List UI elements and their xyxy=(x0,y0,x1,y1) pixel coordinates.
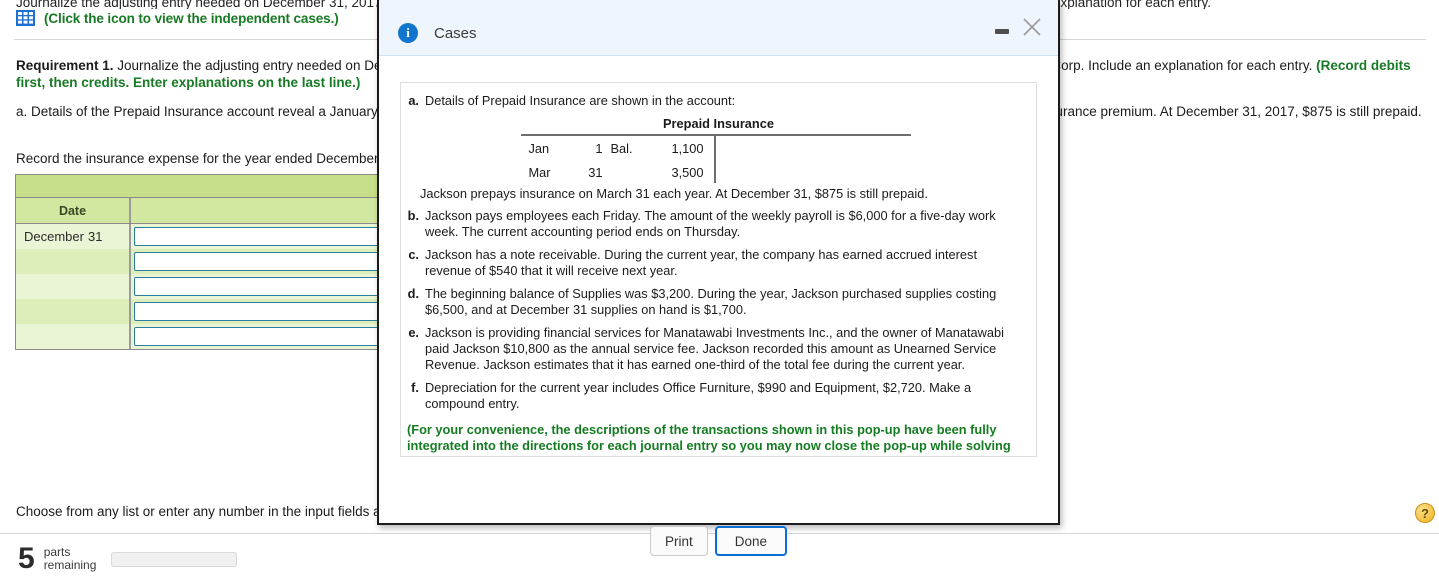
modal-footer: Print Done xyxy=(379,526,1058,556)
t-row-amount: 1,100 xyxy=(671,140,704,156)
t-row-amount: 3,500 xyxy=(671,164,704,180)
date-cell xyxy=(16,274,131,299)
spreadsheet-grid-icon[interactable] xyxy=(16,10,35,26)
case-icon-link-label[interactable]: (Click the icon to view the independent … xyxy=(44,11,339,26)
date-cell xyxy=(16,299,131,324)
close-button[interactable] xyxy=(1018,13,1046,41)
close-icon xyxy=(1023,18,1041,36)
t-account-row: Jan 1 Bal. 1,100 xyxy=(521,136,911,160)
item-letter: e. xyxy=(408,325,419,340)
list-item: a. Details of Prepaid Insurance are show… xyxy=(407,93,1024,109)
item-text: Depreciation for the current year includ… xyxy=(425,380,972,411)
date-day: 31 xyxy=(88,229,103,244)
t-account-row: Mar 31 3,500 xyxy=(521,160,911,184)
print-button[interactable]: Print xyxy=(649,526,708,556)
parts-remaining-count: 5 xyxy=(18,542,35,575)
case-icon-link[interactable]: (Click the icon to view the independent … xyxy=(16,10,339,26)
t-account-vertical-rule xyxy=(713,136,716,183)
item-text: Details of Prepaid Insurance are shown i… xyxy=(425,93,736,108)
date-cell xyxy=(16,249,131,274)
list-item: c. Jackson has a note receivable. During… xyxy=(407,247,1024,279)
progress-bar xyxy=(111,551,238,567)
date-cell: December 31 xyxy=(16,224,131,249)
help-icon[interactable]: ? xyxy=(1415,503,1435,523)
item-letter: f. xyxy=(411,380,419,395)
item-letter: c. xyxy=(408,247,419,262)
modal-title: Cases xyxy=(434,25,477,42)
list-item: b. Jackson pays employees each Friday. T… xyxy=(407,208,1024,240)
t-account-title: Prepaid Insurance xyxy=(663,116,774,131)
cases-modal: i Cases a. Details of Prepaid Insurance … xyxy=(377,0,1060,556)
t-account-footnote: Jackson prepays insurance on March 31 ea… xyxy=(420,186,928,201)
item-letter: d. xyxy=(407,286,419,301)
list-item: f. Depreciation for the current year inc… xyxy=(407,380,1024,412)
item-text: Jackson is providing financial services … xyxy=(425,325,1004,372)
item-text: Jackson pays employees each Friday. The … xyxy=(425,208,996,239)
list-item: d. The beginning balance of Supplies was… xyxy=(407,286,1024,318)
t-row-month: Mar xyxy=(528,164,551,180)
date-cell xyxy=(16,324,131,349)
cases-content-box: a. Details of Prepaid Insurance are show… xyxy=(400,82,1037,457)
done-button[interactable]: Done xyxy=(714,526,788,556)
t-row-day: 31 xyxy=(588,164,603,180)
parts-label-line1: parts xyxy=(43,545,71,559)
modal-body: a. Details of Prepaid Insurance are show… xyxy=(379,56,1058,556)
parts-remaining-group: 5 parts remaining xyxy=(18,542,238,575)
item-text: Jackson has a note receivable. During th… xyxy=(425,247,978,278)
item-letter: b. xyxy=(407,208,419,223)
item-letter: a. xyxy=(408,93,419,108)
date-month: December xyxy=(24,229,84,244)
parts-remaining-label: parts remaining xyxy=(44,546,97,572)
t-row-month: Jan xyxy=(528,140,550,156)
minimize-icon xyxy=(995,28,1009,34)
modal-header: i Cases xyxy=(379,0,1058,56)
app-root: Journalize the adjusting entry needed on… xyxy=(0,0,1439,588)
item-text: The beginning balance of Supplies was $3… xyxy=(425,286,997,317)
minimize-button[interactable] xyxy=(993,22,1011,40)
modal-green-note: (For your convenience, the descriptions … xyxy=(407,422,1011,456)
column-header-date: Date xyxy=(16,198,131,223)
t-account: Prepaid Insurance Jan 1 Bal. 1,100 Mar 3… xyxy=(407,116,1024,202)
t-account-body: Jan 1 Bal. 1,100 Mar 31 3,500 xyxy=(521,136,911,184)
t-row-day: 1 xyxy=(595,140,603,156)
parts-label-line2: remaining xyxy=(43,558,97,572)
info-circle-icon: i xyxy=(398,23,418,43)
t-row-label: Bal. xyxy=(610,140,633,156)
list-item: e. Jackson is providing financial servic… xyxy=(407,325,1024,373)
requirement-label: Requirement 1. xyxy=(16,58,114,73)
